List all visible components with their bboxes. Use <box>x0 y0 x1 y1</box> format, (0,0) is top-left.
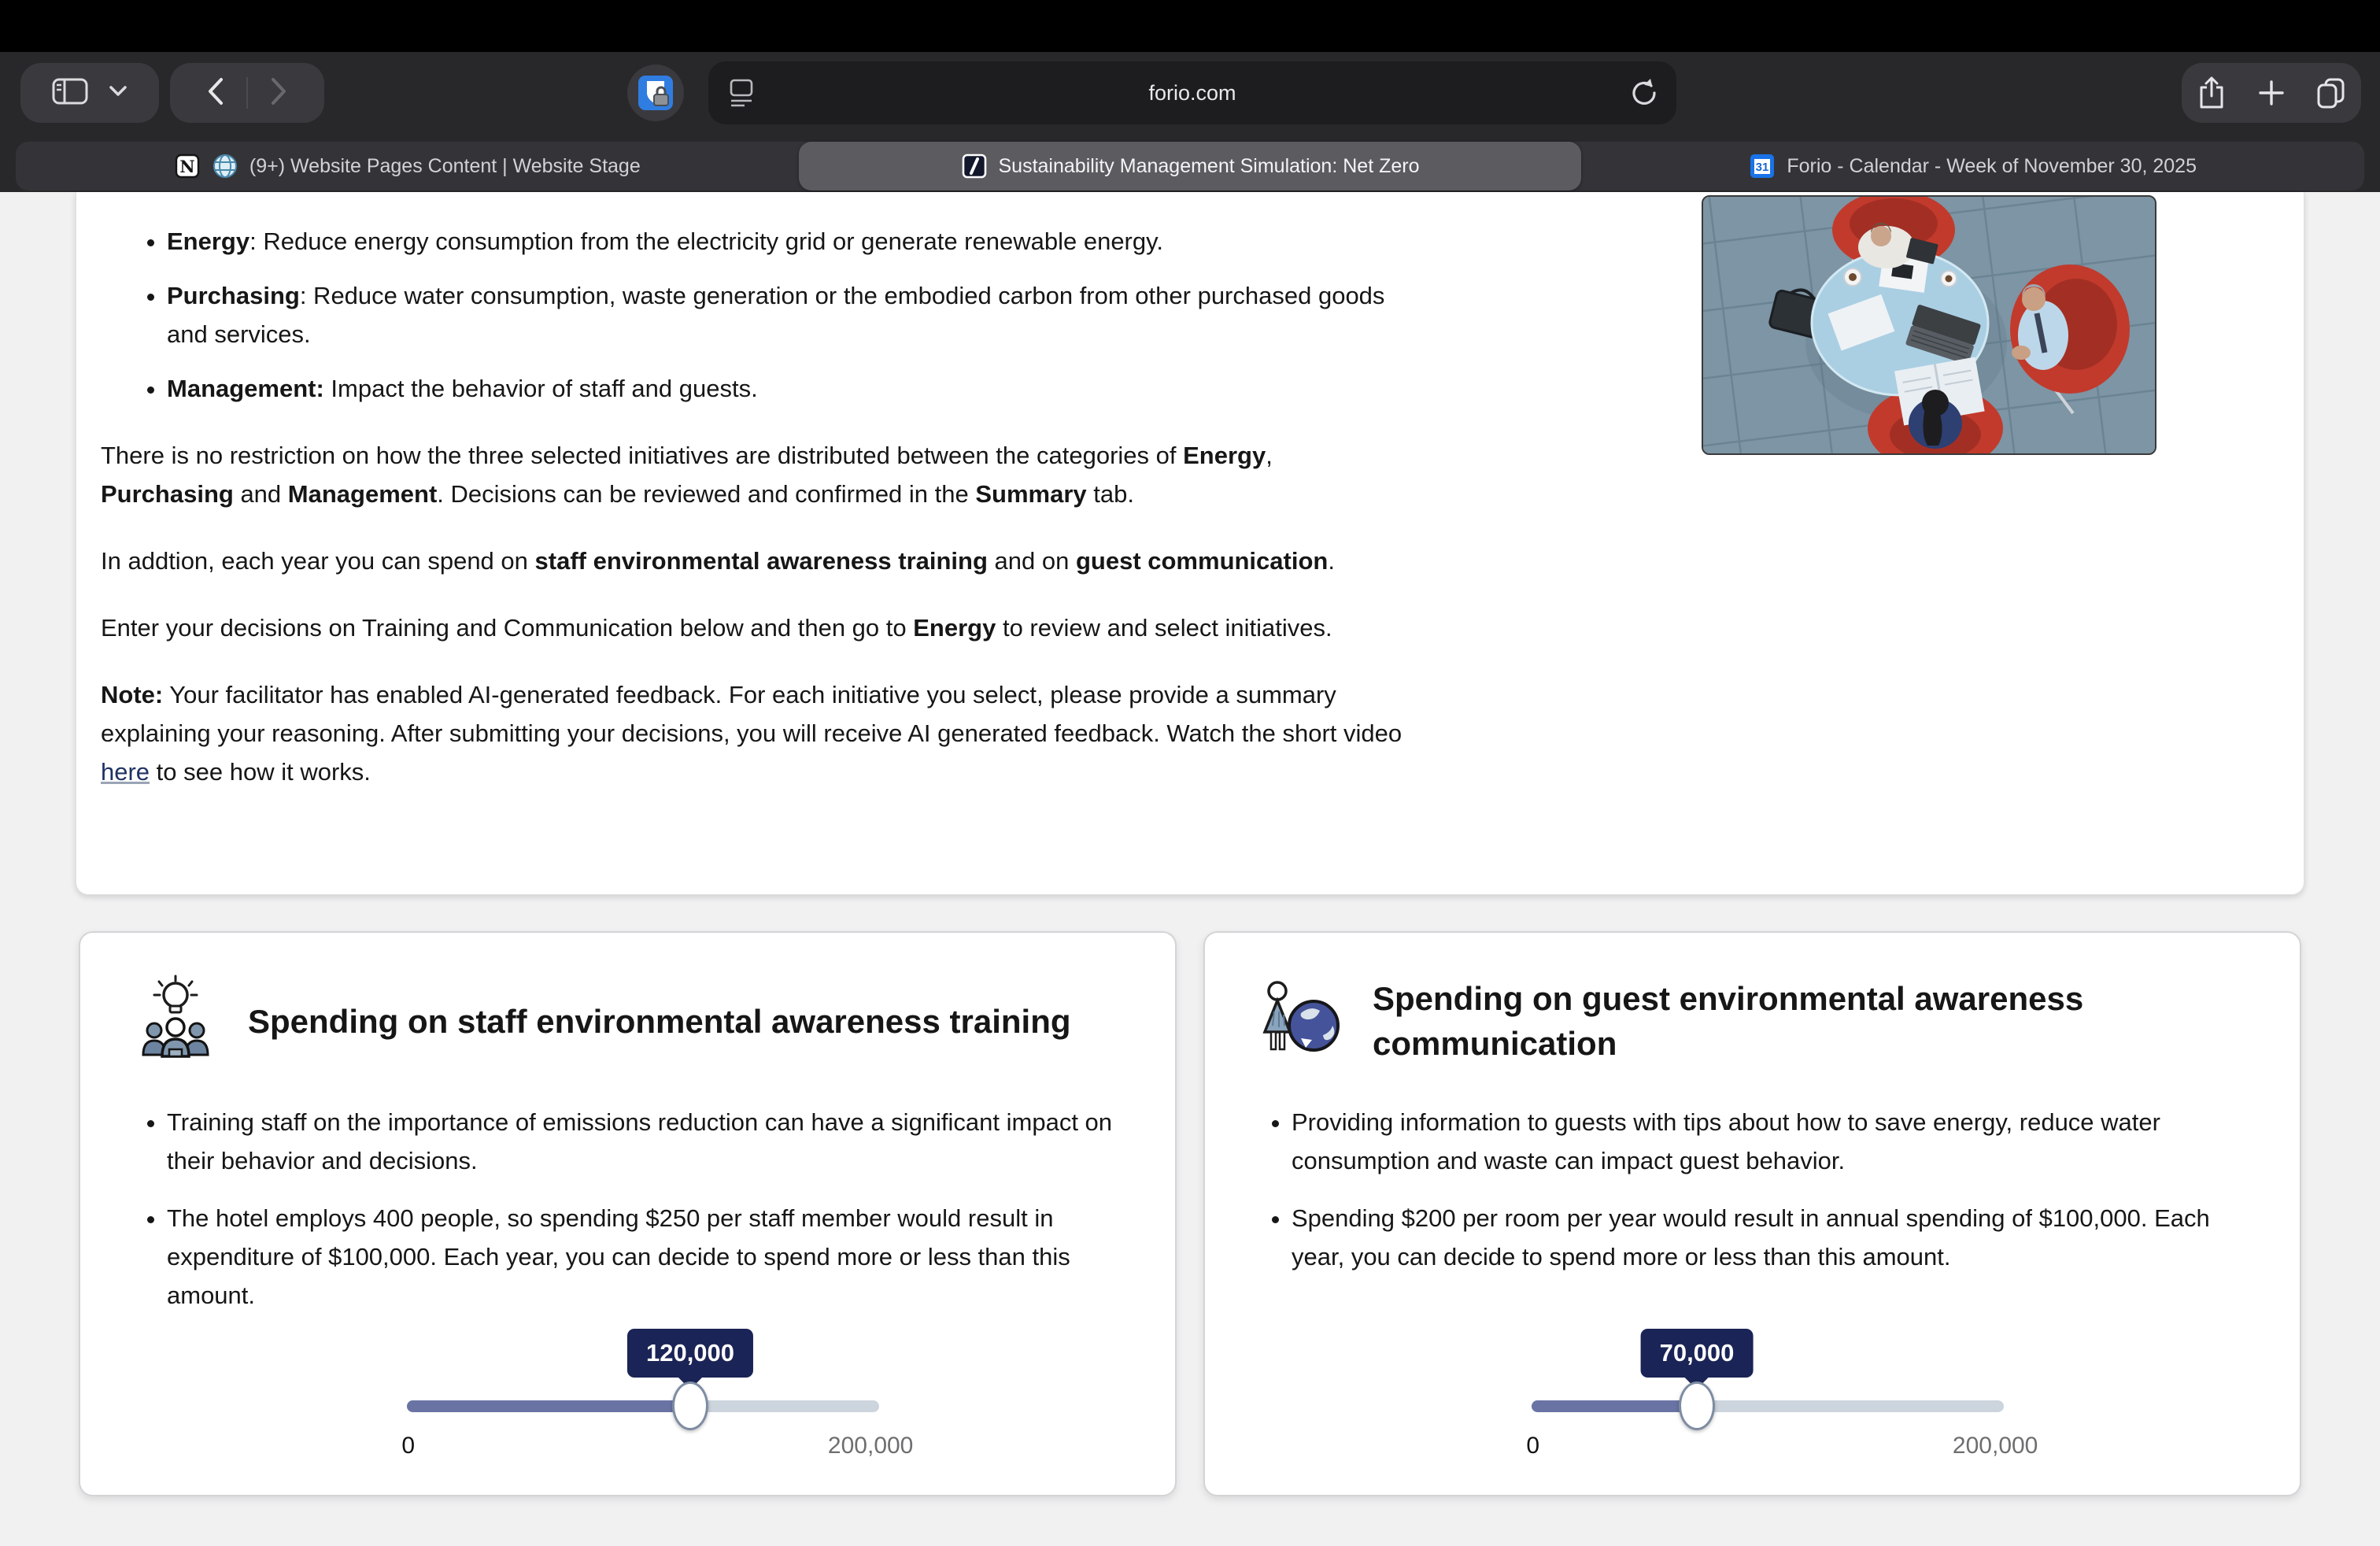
list-item: Training staff on the importance of emis… <box>167 1103 1136 1180</box>
staff-training-icon <box>131 974 221 1068</box>
slider-thumb[interactable] <box>1679 1381 1715 1430</box>
globe-favicon-icon <box>212 153 238 179</box>
slider-track[interactable] <box>407 1400 879 1412</box>
paragraph-restriction: There is no restriction on how the three… <box>101 436 1407 513</box>
list-item: Energy: Reduce energy consumption from t… <box>167 222 1407 261</box>
slider-min-label: 0 <box>401 1433 415 1459</box>
back-button[interactable] <box>205 76 226 111</box>
google-calendar-favicon-icon: 31 <box>1749 153 1776 179</box>
tab-strip: N (9+) Website Pages Content | Website S… <box>16 142 2364 190</box>
new-tab-button[interactable] <box>2241 63 2301 123</box>
guest-communication-slider[interactable]: 70,000 0 200,000 <box>1532 1322 2004 1503</box>
slider-value: 120,000 <box>646 1339 734 1367</box>
shield-lock-extension-icon <box>637 74 674 112</box>
safari-window: forio.com N <box>0 0 2380 1546</box>
card-title: Spending on guest environmental awarenes… <box>1373 976 2207 1066</box>
tab-calendar[interactable]: 31 Forio - Calendar - Week of November 3… <box>1581 142 2364 190</box>
svg-text:31: 31 <box>1756 161 1769 174</box>
notion-favicon-icon: N <box>174 153 201 179</box>
staff-training-card: Spending on staff environmental awarenes… <box>79 931 1177 1496</box>
slider-value: 70,000 <box>1660 1339 1735 1367</box>
slider-fill <box>407 1400 690 1412</box>
paragraph-note: Note: Your facilitator has enabled AI-ge… <box>101 675 1407 791</box>
sidebar-chevron-down-icon[interactable] <box>109 85 128 101</box>
slider-value-bubble: 120,000 <box>627 1329 753 1378</box>
paragraph-addition: In addtion, each year you can spend on s… <box>101 542 1407 580</box>
list-item: Management: Impact the behavior of staff… <box>167 369 1407 408</box>
slider-max-label: 200,000 <box>1953 1433 2038 1459</box>
meeting-photo <box>1702 195 2156 455</box>
category-bullet-list: Energy: Reduce energy consumption from t… <box>101 222 1407 408</box>
tab-title: (9+) Website Pages Content | Website Sta… <box>249 155 641 178</box>
slider-min-label: 0 <box>1526 1433 1539 1459</box>
browser-toolbar: forio.com N <box>0 52 2380 192</box>
slider-max-label: 200,000 <box>828 1433 913 1459</box>
svg-text:N: N <box>179 157 194 176</box>
slider-track[interactable] <box>1532 1400 2004 1412</box>
paragraph-enter-decisions: Enter your decisions on Training and Com… <box>101 608 1407 647</box>
share-button[interactable] <box>2182 63 2241 123</box>
list-item: Spending $200 per room per year would re… <box>1292 1199 2260 1276</box>
staff-training-bullets: Training staff on the importance of emis… <box>80 1103 1175 1315</box>
slider-value-bubble: 70,000 <box>1641 1329 1754 1378</box>
card-title: Spending on staff environmental awarenes… <box>248 999 1082 1044</box>
tab-website-pages[interactable]: N (9+) Website Pages Content | Website S… <box>16 142 799 190</box>
page-content: Energy: Reduce energy consumption from t… <box>0 192 2380 1546</box>
list-item: Providing information to guests with tip… <box>1292 1103 2260 1180</box>
tab-simulation-active[interactable]: Sustainability Management Simulation: Ne… <box>799 142 1582 190</box>
slider-thumb[interactable] <box>672 1381 708 1430</box>
staff-training-slider[interactable]: 120,000 0 200,000 <box>407 1322 879 1503</box>
tab-overview-button[interactable] <box>2301 63 2361 123</box>
url-text: forio.com <box>708 81 1676 105</box>
intro-panel: Energy: Reduce energy consumption from t… <box>76 192 2304 895</box>
nav-divider <box>246 77 248 109</box>
intro-text: Energy: Reduce energy consumption from t… <box>101 192 1407 791</box>
tab-title: Sustainability Management Simulation: Ne… <box>999 155 1420 178</box>
forio-favicon-icon <box>961 153 988 179</box>
guest-communication-bullets: Providing information to guests with tip… <box>1205 1103 2300 1276</box>
slider-fill <box>1532 1400 1697 1412</box>
list-item: Purchasing: Reduce water consumption, wa… <box>167 276 1407 353</box>
list-item: The hotel employs 400 people, so spendin… <box>167 1199 1136 1315</box>
sidebar-toggle-button[interactable] <box>52 77 88 109</box>
here-link[interactable]: here <box>101 758 150 786</box>
guest-communication-icon <box>1255 974 1346 1068</box>
tab-title: Forio - Calendar - Week of November 30, … <box>1787 155 2197 178</box>
address-bar[interactable]: forio.com <box>708 61 1676 124</box>
forward-button[interactable] <box>268 76 289 111</box>
reload-button[interactable] <box>1629 77 1659 114</box>
guest-communication-card: Spending on guest environmental awarenes… <box>1203 931 2301 1496</box>
password-extension-button[interactable] <box>627 65 684 121</box>
